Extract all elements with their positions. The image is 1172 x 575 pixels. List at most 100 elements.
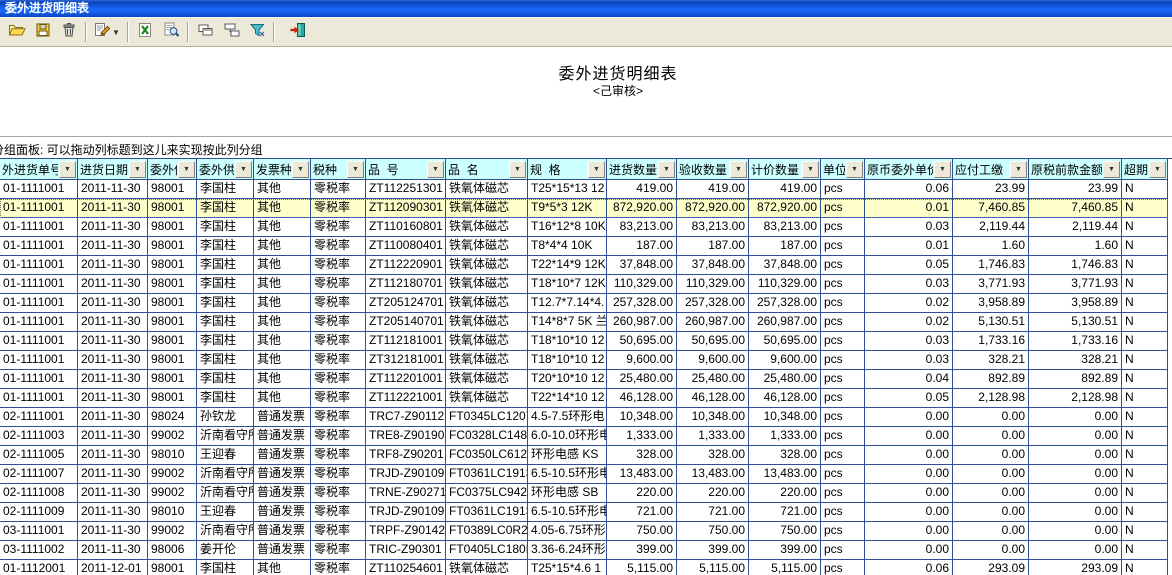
open-button[interactable]: [4, 21, 30, 44]
cell[interactable]: 其他: [254, 370, 311, 388]
cell[interactable]: 零税率: [311, 408, 366, 426]
cell[interactable]: pcs: [821, 332, 865, 350]
cell[interactable]: 220.00: [749, 484, 821, 502]
cell[interactable]: 0.00: [953, 503, 1029, 521]
table-row[interactable]: 01-11110012011-11-3098001李国柱其他零税率ZT20514…: [0, 313, 1168, 332]
cell[interactable]: FC0375LC942E: [446, 484, 528, 502]
table-row[interactable]: 01-11110012011-11-3098001李国柱其他零税率ZT11209…: [0, 199, 1168, 218]
cell[interactable]: 2011-11-30: [78, 408, 148, 426]
cell[interactable]: 01-1111001: [0, 370, 78, 388]
cell[interactable]: 0.00: [1029, 503, 1122, 521]
cell[interactable]: 其他: [254, 180, 311, 198]
column-filter-dropdown[interactable]: ▼: [59, 161, 76, 178]
table-row[interactable]: 01-11110012011-11-3098001李国柱其他零税率ZT11008…: [0, 237, 1168, 256]
cell[interactable]: pcs: [821, 522, 865, 540]
cell[interactable]: T25*15*4.6 1: [528, 560, 607, 575]
cell[interactable]: 50,695.00: [607, 332, 677, 350]
cell[interactable]: 872,920.00: [677, 199, 749, 217]
cell[interactable]: 3,958.89: [953, 294, 1029, 312]
cell[interactable]: 98001: [148, 256, 197, 274]
column-filter-dropdown[interactable]: ▼: [730, 161, 747, 178]
cell[interactable]: 187.00: [677, 237, 749, 255]
cell[interactable]: TRJD-Z90109: [366, 503, 446, 521]
cell[interactable]: pcs: [821, 294, 865, 312]
cell[interactable]: 0.05: [865, 256, 953, 274]
cell[interactable]: 其他: [254, 294, 311, 312]
cell[interactable]: 5,130.51: [1029, 313, 1122, 331]
column-header-5[interactable]: 发票种类▼: [254, 159, 311, 179]
exit-button[interactable]: [284, 21, 310, 44]
cell[interactable]: ZT205124701: [366, 294, 446, 312]
cell[interactable]: 0.00: [1029, 541, 1122, 559]
cell[interactable]: 01-1111001: [0, 180, 78, 198]
cell[interactable]: 沂南看守所: [197, 484, 254, 502]
cell[interactable]: N: [1122, 484, 1168, 502]
cell[interactable]: 李国柱: [197, 237, 254, 255]
column-header-8[interactable]: 品 名▼: [446, 159, 528, 179]
cell[interactable]: 5,115.00: [607, 560, 677, 575]
cell[interactable]: 399.00: [749, 541, 821, 559]
cell[interactable]: N: [1122, 237, 1168, 255]
cell[interactable]: 3,958.89: [1029, 294, 1122, 312]
cell[interactable]: FT0361LC1913: [446, 465, 528, 483]
cell[interactable]: 零税率: [311, 465, 366, 483]
cell[interactable]: 01-1111001: [0, 237, 78, 255]
column-header-2[interactable]: 进货日期▼: [78, 159, 148, 179]
cell[interactable]: 其他: [254, 313, 311, 331]
cell[interactable]: 99002: [148, 465, 197, 483]
cell[interactable]: 399.00: [607, 541, 677, 559]
column-filter-dropdown[interactable]: ▼: [658, 161, 675, 178]
cell[interactable]: 399.00: [677, 541, 749, 559]
cell[interactable]: N: [1122, 351, 1168, 369]
column-filter-dropdown[interactable]: ▼: [292, 161, 309, 178]
cell[interactable]: 1,333.00: [677, 427, 749, 445]
cell[interactable]: 环形电感 SB: [528, 484, 607, 502]
cell[interactable]: 98001: [148, 180, 197, 198]
cell[interactable]: T18*10*7 12K: [528, 275, 607, 293]
cell[interactable]: 2011-11-30: [78, 275, 148, 293]
cell[interactable]: 03-1111001: [0, 522, 78, 540]
column-header-11[interactable]: 验收数量▼: [677, 159, 749, 179]
print-preview-button[interactable]: [158, 21, 184, 44]
cell[interactable]: 0.00: [953, 427, 1029, 445]
cell[interactable]: 李国柱: [197, 275, 254, 293]
cell[interactable]: 37,848.00: [749, 256, 821, 274]
export-excel-button[interactable]: [132, 21, 158, 44]
table-row[interactable]: 02-11110032011-11-3099002沂南看守所普通发票零税率TRE…: [0, 427, 1168, 446]
cell[interactable]: TRC7-Z90112: [366, 408, 446, 426]
cell[interactable]: 铁氧体磁芯: [446, 389, 528, 407]
column-filter-dropdown[interactable]: ▼: [588, 161, 605, 178]
cell[interactable]: 3,771.93: [953, 275, 1029, 293]
cell[interactable]: 其他: [254, 560, 311, 575]
cell[interactable]: 0.02: [865, 313, 953, 331]
cell[interactable]: 37,848.00: [677, 256, 749, 274]
cell[interactable]: N: [1122, 332, 1168, 350]
cell[interactable]: pcs: [821, 484, 865, 502]
cell[interactable]: 0.02: [865, 294, 953, 312]
filter-button[interactable]: [244, 21, 270, 44]
cell[interactable]: 98001: [148, 351, 197, 369]
cell[interactable]: 普通发票: [254, 503, 311, 521]
cell[interactable]: 872,920.00: [607, 199, 677, 217]
cell[interactable]: 03-1111002: [0, 541, 78, 559]
table-row[interactable]: 01-11110012011-11-3098001李国柱其他零税率ZT11016…: [0, 218, 1168, 237]
cell[interactable]: 187.00: [749, 237, 821, 255]
cell[interactable]: 98001: [148, 560, 197, 575]
cell[interactable]: 10,348.00: [677, 408, 749, 426]
cell[interactable]: 220.00: [607, 484, 677, 502]
cell[interactable]: 0.00: [953, 408, 1029, 426]
cell[interactable]: 零税率: [311, 313, 366, 331]
cell[interactable]: 零税率: [311, 275, 366, 293]
edit-button[interactable]: ▼: [90, 21, 124, 44]
table-row[interactable]: 03-11110012011-11-3099002沂南看守所普通发票零税率TRP…: [0, 522, 1168, 541]
column-filter-dropdown[interactable]: ▼: [1103, 161, 1120, 178]
cell[interactable]: 李国柱: [197, 389, 254, 407]
cell[interactable]: FT0389LC0R2: [446, 522, 528, 540]
cell[interactable]: 419.00: [607, 180, 677, 198]
cell[interactable]: 01-1111001: [0, 332, 78, 350]
cell[interactable]: 王迎春: [197, 503, 254, 521]
cell[interactable]: 83,213.00: [749, 218, 821, 236]
cell[interactable]: 零税率: [311, 332, 366, 350]
cell[interactable]: N: [1122, 446, 1168, 464]
cell[interactable]: 其他: [254, 389, 311, 407]
